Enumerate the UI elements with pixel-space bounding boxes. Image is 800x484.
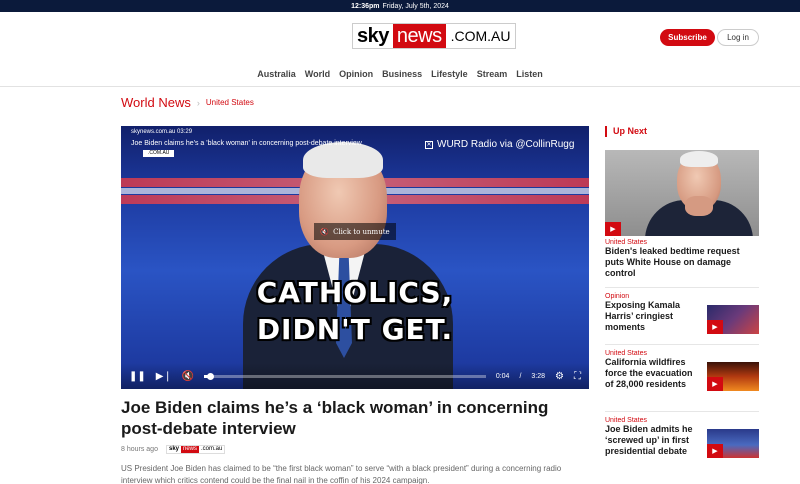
up-next-title[interactable]: Joe Biden admits he ‘screwed up’ in firs…	[605, 424, 701, 457]
meta-logo-domain: .com.au	[201, 446, 223, 452]
logo-sky: sky	[353, 24, 393, 48]
nav-item-opinion[interactable]: Opinion	[339, 69, 373, 79]
current-time: 0:04	[495, 372, 510, 380]
up-next-heading: Up Next	[605, 126, 647, 137]
divider	[605, 411, 759, 412]
article-headline: Joe Biden claims he’s a ‘black woman’ in…	[121, 398, 549, 438]
volume-mute-icon[interactable]: 🔇	[182, 371, 194, 382]
video-controls: ❚❚ ▶❘ 🔇 0:04 / 3:28 ⚙ ⛶	[121, 363, 589, 389]
meta-logo-sky: sky	[168, 446, 179, 452]
video-caption: CATHOLICS, DIDN'T GET.	[121, 274, 589, 348]
nav-item-australia[interactable]: Australia	[257, 69, 296, 79]
subscribe-button[interactable]: Subscribe	[660, 29, 715, 46]
site-header: sky news .COM.AU Subscribe Log in	[0, 12, 800, 62]
login-button[interactable]: Log in	[717, 29, 759, 46]
x-logo-icon: ✕	[425, 140, 433, 149]
video-credit: ✕ WURD Radio via @CollinRugg	[425, 139, 574, 150]
nav-item-world[interactable]: World	[305, 69, 330, 79]
nav-item-stream[interactable]: Stream	[477, 69, 508, 79]
up-next-category: Opinion	[605, 293, 630, 300]
unmute-button[interactable]: 🔇 Click to unmute	[314, 223, 396, 240]
caption-line-2: DIDN'T GET.	[256, 313, 454, 346]
top-date-bar: 12:36pm Friday, July 5th, 2024	[0, 0, 800, 12]
up-next-item[interactable]: United States California wildfires force…	[605, 350, 759, 391]
video-progress-bar[interactable]	[204, 372, 486, 380]
duration: 3:28	[531, 372, 546, 380]
top-time: 12:36pm	[351, 2, 380, 10]
top-date: Friday, July 5th, 2024	[382, 2, 449, 10]
up-next-category: United States	[605, 239, 648, 246]
unmute-label: Click to unmute	[333, 227, 390, 236]
up-next-item[interactable]: United States Joe Biden admits he ‘screw…	[605, 417, 759, 458]
up-next-lead-thumbnail[interactable]: ▶	[605, 150, 759, 236]
up-next-item[interactable]: United States Biden's leaked bedtime req…	[605, 239, 759, 279]
divider	[605, 287, 759, 288]
play-icon: ▶	[707, 444, 723, 458]
video-logo-domain: .COM.AU	[143, 150, 175, 157]
caption-line-1: CATHOLICS,	[256, 276, 454, 309]
breadcrumb: World News › United States	[121, 95, 254, 110]
mute-icon: 🔇	[320, 227, 330, 236]
up-next-thumbnail[interactable]: ▶	[707, 305, 759, 334]
breadcrumb-subsection[interactable]: United States	[206, 98, 254, 107]
video-figure-hair	[303, 142, 383, 178]
play-icon: ▶	[707, 377, 723, 391]
thumb-figure-hair	[680, 151, 718, 167]
nav-item-listen[interactable]: Listen	[516, 69, 543, 79]
video-site-label: skynews.com.au 03:29	[131, 129, 193, 135]
next-icon[interactable]: ▶❘	[156, 371, 172, 382]
up-next-title[interactable]: Exposing Kamala Harris’ cringiest moment…	[605, 300, 701, 333]
main-nav: Australia World Opinion Business Lifesty…	[0, 62, 800, 87]
pause-icon[interactable]: ❚❚	[129, 371, 146, 382]
video-player[interactable]: skynews.com.au 03:29 Joe Biden claims he…	[121, 126, 589, 389]
video-title: Joe Biden claims he's a 'black woman' in…	[131, 140, 362, 147]
nav-item-business[interactable]: Business	[382, 69, 422, 79]
up-next-category: United States	[605, 350, 648, 357]
up-next-category: United States	[605, 417, 648, 424]
video-credit-text: WURD Radio via @CollinRugg	[437, 139, 575, 150]
settings-icon[interactable]: ⚙	[555, 371, 564, 382]
play-icon: ▶	[605, 222, 621, 236]
up-next-thumbnail[interactable]: ▶	[707, 429, 759, 458]
fullscreen-icon[interactable]: ⛶	[574, 371, 581, 382]
article-source-logo: sky news .com.au	[165, 445, 226, 454]
nav-item-lifestyle[interactable]: Lifestyle	[431, 69, 468, 79]
chevron-right-icon: ›	[196, 97, 200, 108]
article-meta: 8 hours ago sky news .com.au	[121, 445, 226, 454]
article-body: US President Joe Biden has claimed to be…	[121, 464, 562, 484]
up-next-title[interactable]: Biden's leaked bedtime request puts Whit…	[605, 246, 759, 279]
logo-domain: .COM.AU	[445, 24, 516, 48]
logo-news: news	[392, 24, 446, 48]
breadcrumb-section[interactable]: World News	[121, 95, 191, 110]
meta-logo-news: news	[181, 446, 200, 453]
up-next-title[interactable]: California wildfires force the evacuatio…	[605, 357, 701, 390]
sky-news-logo[interactable]: sky news .COM.AU	[352, 23, 517, 49]
up-next-thumbnail[interactable]: ▶	[707, 362, 759, 391]
divider	[605, 344, 759, 345]
article-age: 8 hours ago	[121, 446, 158, 453]
thumb-figure-hands	[685, 196, 713, 216]
up-next-item[interactable]: Opinion Exposing Kamala Harris’ cringies…	[605, 293, 759, 334]
play-icon: ▶	[707, 320, 723, 334]
time-separator: /	[519, 372, 522, 380]
progress-handle[interactable]	[206, 372, 214, 380]
